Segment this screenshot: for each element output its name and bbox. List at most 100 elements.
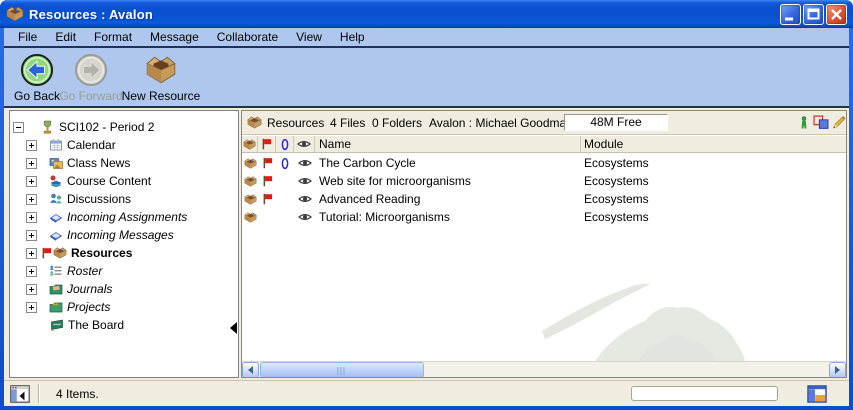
expand-toggle-icon[interactable] — [26, 212, 37, 223]
toolbar: Go Back Go Forward New Resource — [4, 48, 849, 108]
discussions-icon — [49, 192, 63, 206]
expand-toggle-icon[interactable] — [26, 284, 37, 295]
statusbar: 4 Items. — [4, 380, 849, 406]
tree-item-projects[interactable]: Projects — [10, 298, 238, 316]
expand-toggle-icon[interactable] — [26, 266, 37, 277]
file-count: 4 Files — [330, 116, 365, 130]
resource-module: Ecosystems — [581, 208, 649, 226]
menu-format[interactable]: Format — [85, 29, 141, 45]
menu-view[interactable]: View — [287, 29, 331, 45]
collapse-toggle-icon[interactable] — [13, 122, 24, 133]
minimize-button[interactable] — [780, 4, 801, 25]
expand-toggle-icon[interactable] — [26, 158, 37, 169]
resource-row[interactable]: Advanced Reading Ecosystems — [242, 190, 846, 208]
pencil-icon[interactable] — [832, 115, 846, 130]
resources-box-icon — [247, 115, 262, 130]
flag-icon — [262, 157, 273, 169]
column-visibility[interactable] — [294, 136, 315, 152]
scroll-right-button[interactable] — [829, 362, 846, 378]
menu-help[interactable]: Help — [331, 29, 374, 45]
tree-item-course-content[interactable]: Course Content — [10, 172, 238, 190]
app-resource-box-icon[interactable] — [6, 5, 24, 23]
close-icon — [827, 5, 846, 24]
resource-box-icon — [244, 211, 257, 224]
table-header: Name Module — [242, 136, 846, 153]
eye-icon[interactable] — [298, 194, 312, 204]
maximize-button[interactable] — [803, 4, 824, 25]
eye-icon[interactable] — [298, 158, 312, 168]
expand-toggle-icon[interactable] — [26, 140, 37, 151]
splitter-collapse-arrow-icon[interactable] — [230, 322, 237, 334]
resource-row[interactable]: The Carbon Cycle Ecosystems — [242, 154, 846, 172]
resource-module: Ecosystems — [581, 172, 649, 190]
chevron-left-icon — [248, 366, 253, 374]
progress-meter — [631, 386, 778, 401]
tree-item-incoming-messages[interactable]: Incoming Messages — [10, 226, 238, 244]
app-window: Resources : Avalon File Edit Format Mess… — [0, 0, 853, 410]
folder-count: 0 Folders — [372, 116, 422, 130]
resource-row[interactable]: Web site for microorganisms Ecosystems — [242, 172, 846, 190]
flag-icon — [261, 138, 272, 150]
course-content-icon — [49, 174, 63, 188]
layout-panels-icon[interactable] — [807, 384, 827, 404]
flag-icon — [41, 247, 52, 259]
resource-box-icon — [244, 175, 257, 188]
course-tree-panel: SCI102 - Period 2 Calendar Class News Co… — [9, 110, 239, 378]
panel-info-bar: Resources 4 Files 0 Folders Avalon : Mic… — [242, 111, 846, 135]
expand-toggle-icon[interactable] — [26, 176, 37, 187]
menu-collaborate[interactable]: Collaborate — [208, 29, 287, 45]
tree-item-incoming-assignments[interactable]: Incoming Assignments — [10, 208, 238, 226]
horizontal-scrollbar[interactable] — [242, 361, 846, 377]
column-module[interactable]: Module — [581, 136, 846, 152]
menu-edit[interactable]: Edit — [46, 29, 85, 45]
eye-icon[interactable] — [298, 176, 312, 186]
scrollbar-thumb[interactable] — [260, 362, 424, 378]
go-back-icon — [20, 53, 54, 87]
tree-item-discussions[interactable]: Discussions — [10, 190, 238, 208]
expand-toggle-icon[interactable] — [26, 230, 37, 241]
minimize-icon — [781, 5, 800, 24]
scroll-left-button[interactable] — [242, 362, 259, 378]
tree-item-the-board[interactable]: The Board — [10, 316, 238, 334]
expand-toggle-icon[interactable] — [26, 248, 37, 259]
tree-item-course-root[interactable]: SCI102 - Period 2 — [10, 118, 238, 136]
tree-item-roster[interactable]: Roster — [10, 262, 238, 280]
assignments-icon — [49, 210, 63, 224]
column-attachment[interactable] — [276, 136, 294, 152]
calendar-icon — [49, 138, 63, 152]
tree-item-class-news[interactable]: Class News — [10, 154, 238, 172]
expand-toggle-icon[interactable] — [26, 302, 37, 313]
free-space-meter: 48M Free — [564, 114, 668, 131]
resource-name: Tutorial: Microorganisms — [315, 208, 581, 226]
class-news-icon — [49, 156, 63, 170]
menu-file[interactable]: File — [9, 29, 46, 45]
watermark-image — [537, 269, 752, 365]
resource-name: The Carbon Cycle — [315, 154, 581, 172]
new-resource-button[interactable]: New Resource — [118, 53, 204, 103]
paperclip-icon — [280, 157, 290, 170]
tree-item-resources[interactable]: Resources — [10, 244, 238, 262]
column-name[interactable]: Name — [315, 136, 581, 152]
person-icon[interactable] — [799, 115, 809, 130]
flag-icon — [262, 193, 273, 205]
window-title: Resources : Avalon — [29, 7, 153, 22]
resource-module: Ecosystems — [581, 154, 649, 172]
tree-item-calendar[interactable]: Calendar — [10, 136, 238, 154]
column-resource-type[interactable] — [242, 136, 258, 152]
menu-message[interactable]: Message — [141, 29, 208, 45]
eye-icon[interactable] — [298, 212, 312, 222]
titlebar: Resources : Avalon — [0, 0, 853, 28]
expand-toggle-icon[interactable] — [26, 194, 37, 205]
resource-name: Web site for microorganisms — [315, 172, 581, 190]
course-icon — [40, 120, 55, 135]
close-button[interactable] — [826, 4, 847, 25]
layers-icon[interactable] — [813, 115, 829, 130]
column-flag[interactable] — [258, 136, 276, 152]
tree-item-journals[interactable]: Journals — [10, 280, 238, 298]
toggle-tree-panel-icon[interactable] — [10, 385, 30, 403]
resource-row[interactable]: Tutorial: Microorganisms Ecosystems — [242, 208, 846, 226]
eye-icon — [297, 139, 311, 149]
resources-panel: Resources 4 Files 0 Folders Avalon : Mic… — [241, 110, 847, 378]
go-forward-button[interactable]: Go Forward — [58, 53, 124, 103]
go-forward-icon — [74, 53, 108, 87]
